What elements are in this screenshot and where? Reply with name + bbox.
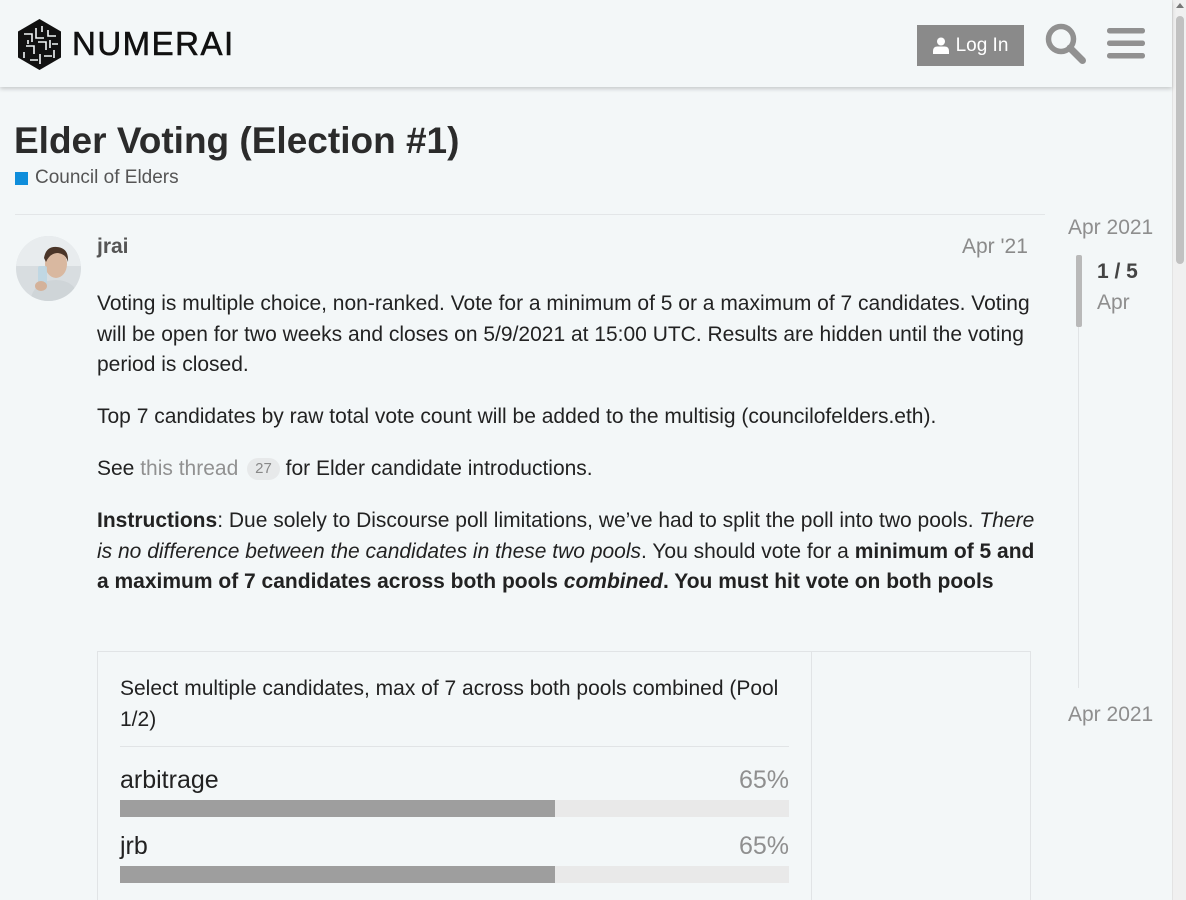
poll-divider	[120, 746, 789, 747]
post-paragraph: Top 7 candidates by raw total vote count…	[97, 405, 937, 428]
page-scrollbar[interactable]	[1172, 0, 1186, 900]
timeline-position-date: Apr	[1097, 291, 1130, 314]
text-span: for Elder candidate introductions.	[279, 457, 593, 480]
logo-icon	[18, 19, 61, 70]
site-logo[interactable]: NUMERAI	[16, 18, 235, 71]
poll-option-percent: 65%	[738, 832, 789, 860]
timeline-start-date[interactable]: Apr 2021	[1068, 216, 1153, 240]
category-name: Council of Elders	[35, 167, 179, 188]
thread-link[interactable]: this thread	[140, 457, 238, 480]
site-header: NUMERAI Log In	[0, 0, 1172, 87]
post-username[interactable]: jrai	[97, 235, 129, 259]
instructions-label: Instructions	[97, 509, 218, 532]
poll-column-divider	[811, 652, 812, 900]
post-date[interactable]: Apr '21	[962, 235, 1028, 259]
link-click-count-badge: 27	[247, 458, 280, 480]
scroll-thumb[interactable]	[1176, 16, 1184, 264]
hamburger-menu-icon[interactable]	[1107, 26, 1145, 60]
timeline-scroller-handle[interactable]	[1076, 255, 1082, 327]
text-bold: . You must hit vote on both pools	[662, 570, 994, 593]
text-span: See	[97, 457, 141, 480]
post-paragraph: Voting is multiple choice, non-ranked. V…	[97, 292, 1030, 376]
poll-option-bar	[120, 866, 789, 883]
category-link[interactable]: Council of Elders	[15, 167, 179, 189]
avatar[interactable]	[16, 236, 81, 301]
text-span: : Due solely to Discourse poll limitatio…	[217, 509, 980, 532]
login-button[interactable]: Log In	[917, 25, 1024, 66]
title-divider	[15, 214, 1045, 215]
post-body: Voting is multiple choice, non-ranked. V…	[97, 289, 1037, 619]
scroll-up-arrow-icon[interactable]	[1176, 3, 1184, 8]
logo-text: NUMERAI	[72, 25, 235, 63]
poll-option: jrb 65%	[120, 832, 789, 883]
category-color-badge	[15, 171, 28, 185]
text-bold-italic: combined	[563, 570, 663, 593]
poll-option-bar-fill	[120, 866, 555, 883]
poll-option-bar	[120, 800, 789, 817]
poll-option-label: jrb	[120, 832, 148, 860]
login-label: Log In	[955, 34, 1009, 56]
avatar-image	[16, 236, 81, 301]
poll-option-percent: 65%	[738, 766, 789, 794]
poll-title: Select multiple candidates, max of 7 acr…	[120, 677, 779, 731]
user-icon	[932, 37, 949, 54]
topic-title[interactable]: Elder Voting (Election #1)	[14, 120, 459, 162]
instructions-paragraph: Instructions: Due solely to Discourse po…	[97, 506, 1037, 598]
poll: Select multiple candidates, max of 7 acr…	[97, 651, 1031, 900]
poll-option-bar-fill	[120, 800, 555, 817]
poll-option: arbitrage 65%	[120, 766, 789, 817]
search-icon[interactable]	[1044, 22, 1086, 64]
timeline-position: 1 / 5	[1097, 260, 1138, 283]
poll-option-label: arbitrage	[120, 766, 219, 794]
timeline-end-date[interactable]: Apr 2021	[1068, 703, 1153, 727]
post-paragraph: See this thread 27 for Elder candidate i…	[97, 454, 1037, 485]
text-span: . You should vote for a	[641, 539, 855, 563]
